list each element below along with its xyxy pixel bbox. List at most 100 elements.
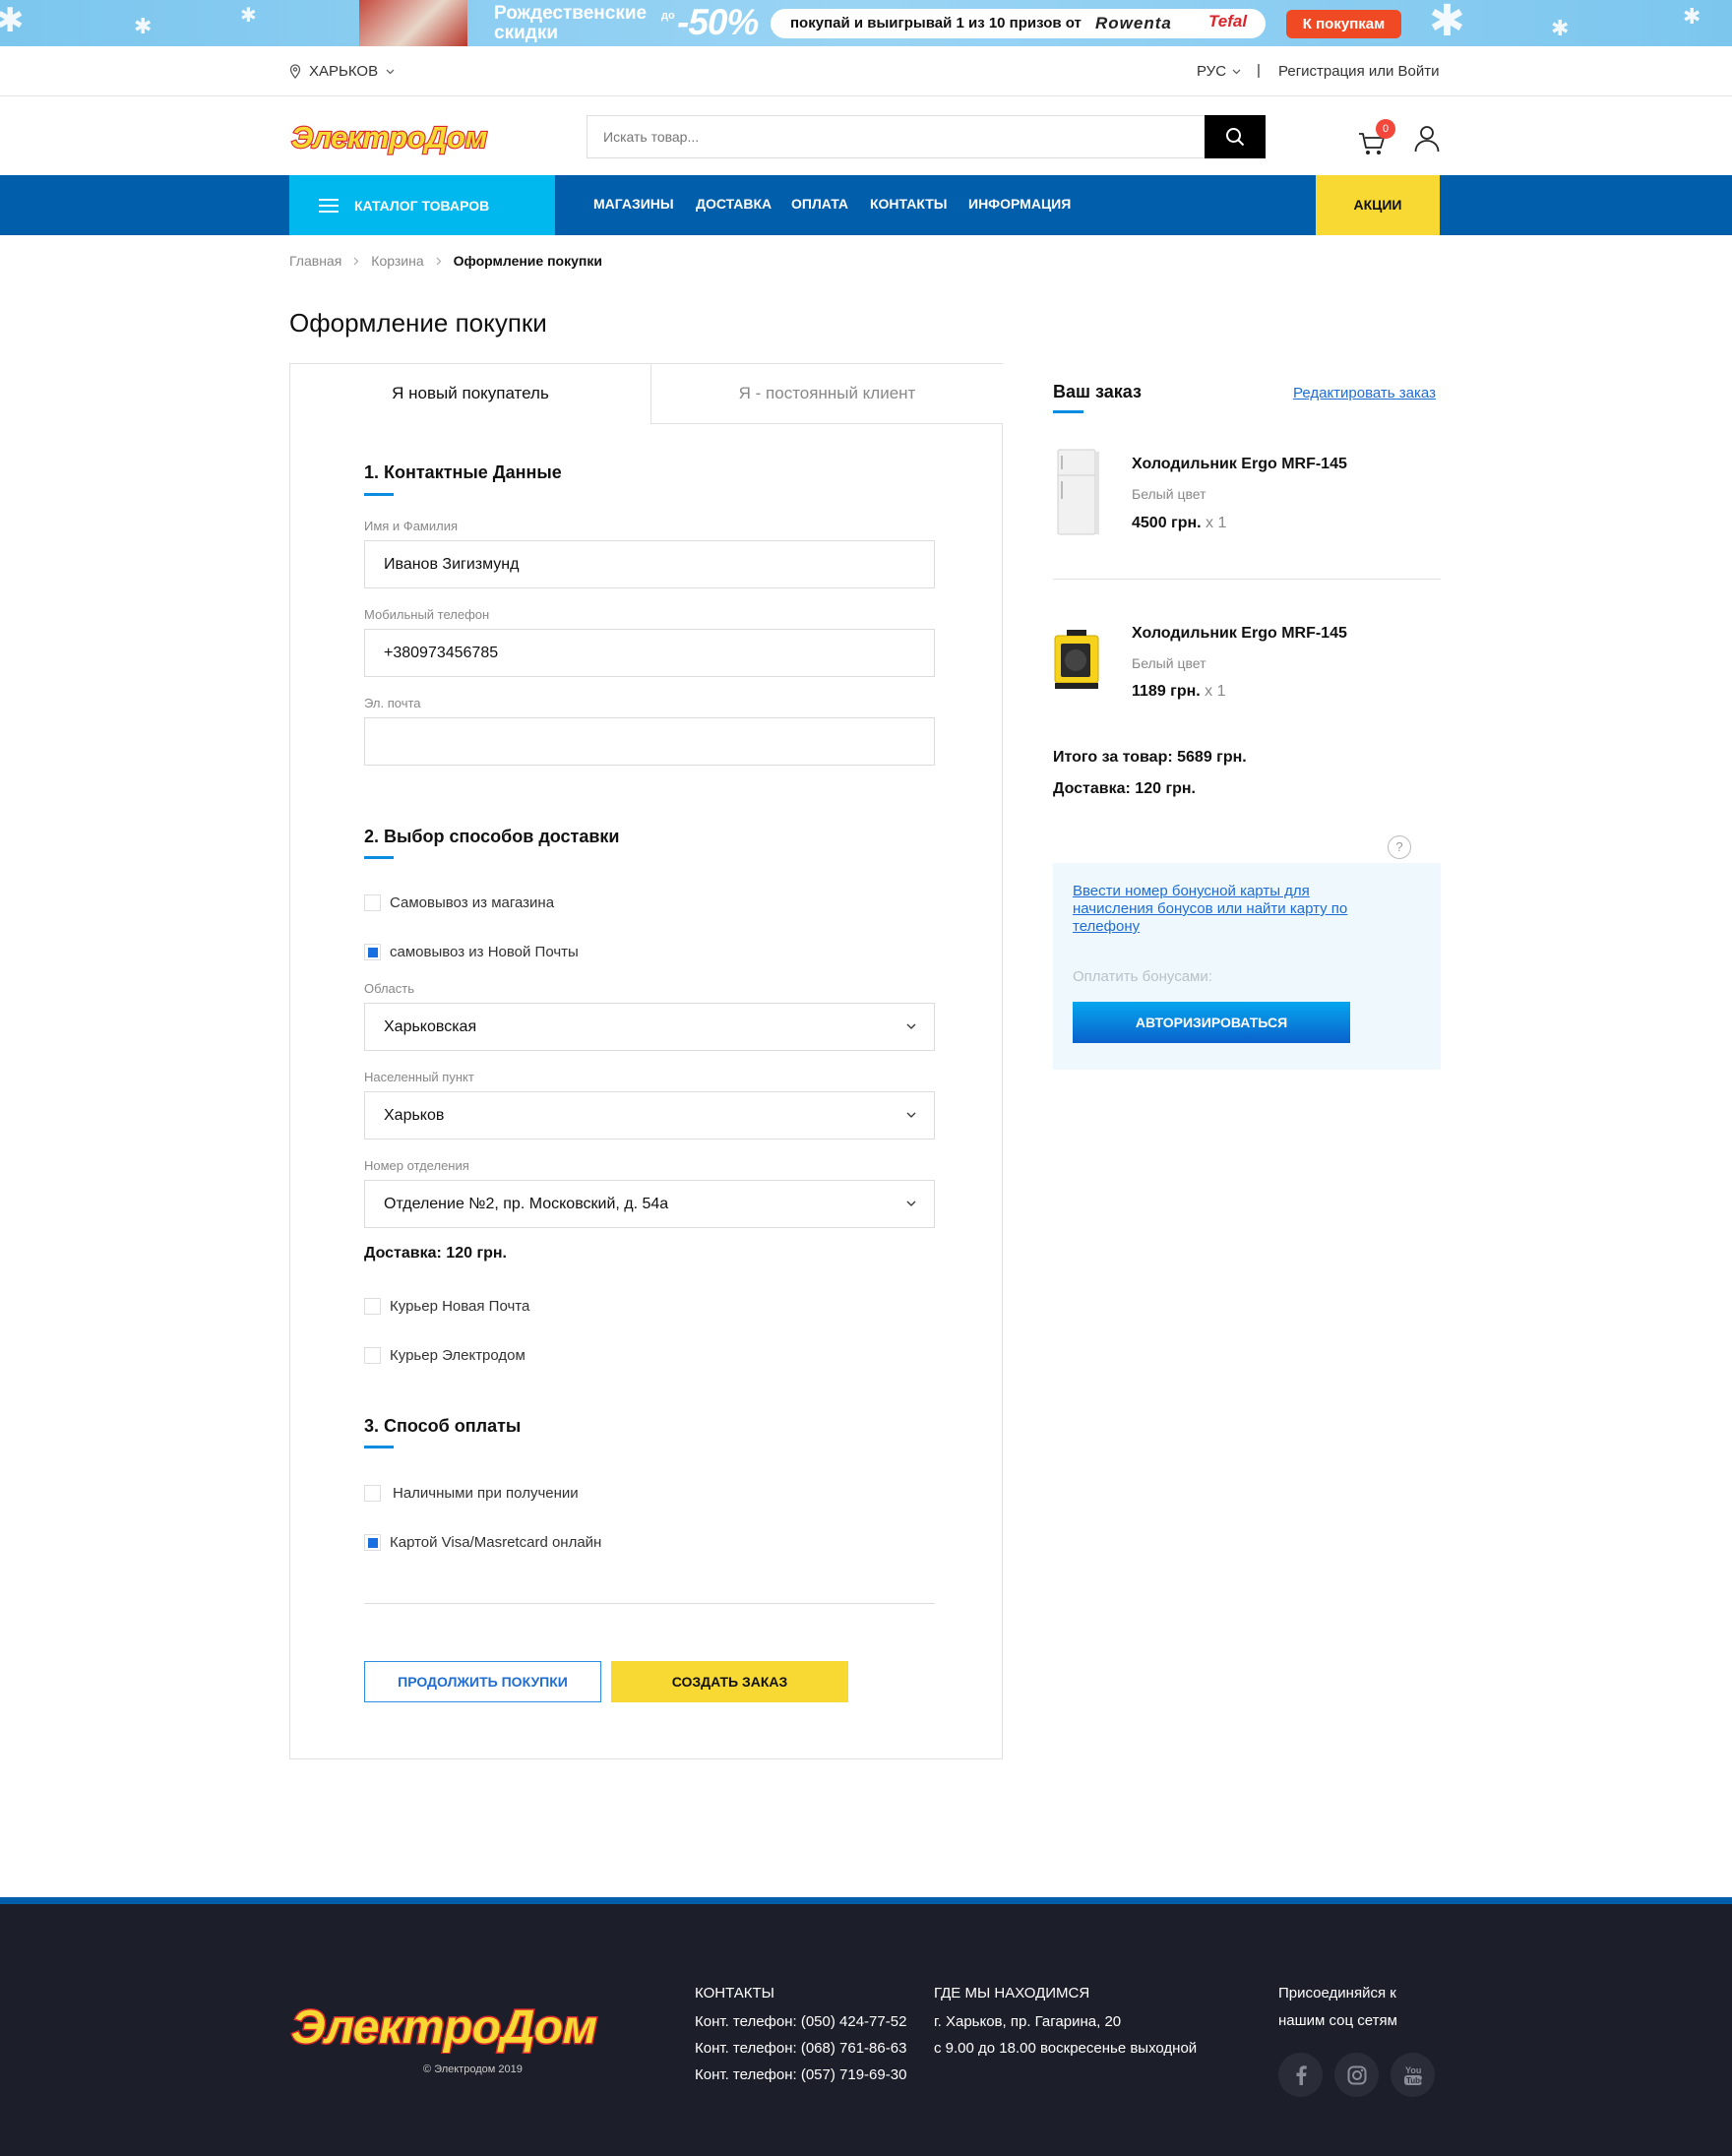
pickup-store-label[interactable]: Самовывоз из магазина [390,894,554,911]
instagram-icon[interactable] [1334,2053,1379,2097]
svg-text:ЭлектроДом: ЭлектроДом [291,120,487,154]
city-value: Харьков [384,1107,445,1124]
language-selector[interactable]: РУС [1197,63,1241,80]
pickup-store-checkbox[interactable] [364,894,381,911]
phone-1[interactable]: Конт. телефон: (050) 424-77-52 [695,2013,906,2030]
quantity: x 1 [1205,683,1226,700]
help-icon[interactable]: ? [1388,835,1411,859]
catalog-button[interactable]: КАТАЛОГ ТОВАРОВ [289,175,555,235]
promo-banner[interactable]: ✱ ✱ ✱ ✱ ✱ ✱ Рождественские скидки до -50… [0,0,1732,46]
authorize-button[interactable]: АВТОРИЗИРОВАТЬСЯ [1073,1002,1350,1043]
city-select[interactable]: Харьков [364,1091,935,1140]
phone-3[interactable]: Конт. телефон: (057) 719-69-30 [695,2066,906,2083]
cash-checkbox[interactable] [364,1485,381,1502]
region-select[interactable]: Харьковская [364,1003,935,1051]
chevron-down-icon [386,69,395,74]
location-title: ГДЕ МЫ НАХОДИМСЯ [934,1985,1090,2002]
product-name[interactable]: Холодильник Ergo MRF-145 [1132,625,1347,643]
continue-shopping-button[interactable]: ПРОДОЛЖИТЬ ПОКУПКИ [364,1661,601,1702]
site-logo[interactable]: ЭлектроДом [289,118,503,155]
address: г. Харьков, пр. Гагарина, 20 [934,2013,1122,2030]
search-button[interactable] [1205,115,1266,158]
cash-label[interactable]: Наличными при получении [393,1485,579,1502]
user-icon [1414,126,1440,153]
chevron-down-icon [906,1112,916,1118]
section-underline [1053,410,1083,413]
youtube-icon[interactable]: You Tube [1391,2053,1435,2097]
city-name: ХАРЬКОВ [309,63,379,80]
product-image-fridge[interactable] [1053,448,1102,538]
snowflake-icon: ✱ [1429,0,1465,45]
chevron-down-icon [906,1201,916,1206]
utility-bar: ХАРЬКОВ РУС | Регистрация или Войти [0,46,1732,96]
create-order-button[interactable]: СОЗДАТЬ ЗАКАЗ [611,1661,848,1702]
card-label[interactable]: Картой Visa/Masretcard онлайн [390,1534,601,1551]
promo-cta-button[interactable]: К покупкам [1286,10,1401,38]
section-underline [364,493,394,496]
name-field[interactable]: Иванов Зигизмунд [364,540,935,588]
name-label: Имя и Фамилия [364,519,459,533]
divider [1053,579,1441,580]
social-title-line-2: нашим соц сетям [1278,2012,1397,2029]
copyright: © Элeктродом 2019 [423,2064,523,2075]
nav-info[interactable]: ИНФОРМАЦИЯ [968,196,1071,212]
courier-ed-checkbox[interactable] [364,1347,381,1364]
chevron-down-icon [906,1023,916,1029]
phone-field[interactable]: +380973456785 [364,629,935,677]
pickup-np-label[interactable]: самовывоз из Новой Почты [390,944,579,960]
nav-contacts[interactable]: КОНТАКТЫ [870,196,947,212]
footer-logo[interactable]: ЭлектроДом [289,2000,648,2055]
nav-payment[interactable]: ОПЛАТА [791,196,848,212]
product-name[interactable]: Холодильник Ergo MRF-145 [1132,456,1347,473]
search-icon [1226,128,1245,147]
cart-button[interactable]: 0 [1358,119,1395,156]
city-selector[interactable]: ХАРЬКОВ [289,63,395,80]
pickup-np-checkbox[interactable] [364,944,381,960]
product-price: 4500 грн. x 1 [1132,515,1226,532]
courier-np-checkbox[interactable] [364,1298,381,1315]
courier-ed-label[interactable]: Курьер Электродом [390,1347,526,1364]
phone-label: Мобильный телефон [364,607,490,622]
login-link[interactable]: Регистрация или Войти [1278,63,1440,80]
nav-delivery[interactable]: ДОСТАВКА [696,196,772,212]
tab-new-customer[interactable]: Я новый покупатель [290,364,650,424]
email-label: Эл. почта [364,696,421,710]
nav-stores[interactable]: МАГАЗИНЫ [593,196,674,212]
opening-hours: с 9.00 до 18.00 воскресенье выходной [934,2040,1198,2057]
order-title: Ваш заказ [1053,382,1142,401]
tab-returning-customer[interactable]: Я - постоянный клиент [650,364,1003,424]
cart-count-badge: 0 [1376,119,1395,139]
search-box [587,115,1266,158]
account-button[interactable] [1414,125,1442,154]
catalog-label: КАТАЛОГ ТОВАРОВ [354,197,490,214]
promo-pill: покупай и выигрывай 1 из 10 призов от Ro… [771,9,1266,38]
price-value: 4500 грн. [1132,515,1202,531]
product-color: Белый цвет [1132,486,1206,502]
region-value: Харьковская [384,1018,477,1035]
product-price: 1189 грн. x 1 [1132,683,1226,701]
edit-order-link[interactable]: Редактировать заказ [1293,385,1436,401]
email-field[interactable] [364,717,935,766]
svg-text:You: You [1405,2065,1421,2075]
section-underline [364,1446,394,1448]
menu-icon [319,198,339,213]
section-underline [364,856,394,859]
branch-label: Номер отделения [364,1158,469,1173]
card-checkbox[interactable] [364,1534,381,1551]
snowflake-icon: ✱ [1683,4,1701,29]
courier-np-label[interactable]: Курьер Новая Почта [390,1298,529,1315]
search-input[interactable] [588,116,1207,157]
bonus-card-link[interactable]: Ввести номер бонусной карты для начислен… [1073,883,1368,936]
nav-promotions[interactable]: АКЦИИ [1316,175,1440,235]
delivery-section-title: 2. Выбор способов доставки [364,827,620,846]
facebook-icon[interactable] [1278,2053,1323,2097]
breadcrumb-cart[interactable]: Корзина [371,253,423,269]
breadcrumb-home[interactable]: Главная [289,253,341,269]
product-image-heater[interactable] [1053,618,1102,708]
branch-select[interactable]: Отделение №2, пр. Московский, д. 54а [364,1180,935,1228]
promo-title: Рождественские скидки [494,4,661,43]
phone-2[interactable]: Конт. телефон: (068) 761-86-63 [695,2040,906,2057]
snowflake-icon: ✱ [1551,16,1570,40]
contact-section-title: 1. Контактные Данные [364,462,562,482]
chevron-down-icon [1232,69,1241,74]
